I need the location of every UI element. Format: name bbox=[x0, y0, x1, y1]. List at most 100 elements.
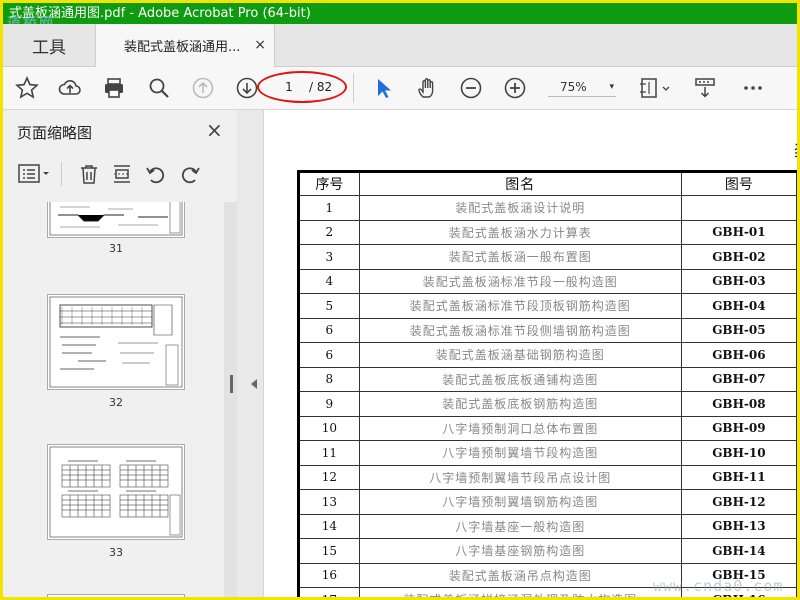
row-code: GBH-06 bbox=[680, 342, 797, 368]
zoom-select[interactable]: 75% ▾ bbox=[548, 77, 616, 97]
tab-bar: 工具 装配式盖板涵通用... × bbox=[3, 24, 797, 67]
row-number: 10 bbox=[297, 415, 360, 441]
arrow-up-icon[interactable] bbox=[189, 74, 217, 102]
pointer-icon[interactable] bbox=[369, 74, 397, 102]
table-header-row: 序号 图名 图号 bbox=[297, 170, 797, 196]
thumbnail-scrollbar[interactable] bbox=[224, 202, 237, 597]
row-number: 5 bbox=[297, 293, 360, 319]
row-number: 15 bbox=[297, 538, 360, 564]
row-name: 装配式盖板涵拼接涵洞处理及防水构造图 bbox=[358, 587, 682, 597]
tab-document[interactable]: 装配式盖板涵通用... × bbox=[95, 24, 275, 67]
row-number: 9 bbox=[297, 391, 360, 417]
row-number: 13 bbox=[297, 489, 360, 515]
thumbnail-list: 31 32 33 bbox=[3, 202, 223, 597]
rotate-left-icon[interactable] bbox=[144, 162, 168, 186]
thumbnail-label: 31 bbox=[109, 242, 123, 255]
more-icon[interactable] bbox=[739, 74, 767, 102]
tab-tools[interactable]: 工具 bbox=[3, 24, 95, 66]
fit-page-icon[interactable] bbox=[635, 74, 675, 102]
page-thumbnail[interactable] bbox=[47, 444, 185, 540]
table-body: 1 装配式盖板涵设计说明 2 装配式盖板涵水力计算表 GBH-01 3 装配式盖板涵一般布置… bbox=[297, 195, 797, 597]
acrobat-window: 式盖板涵通用图.pdf - Adobe Acrobat Pro (64-bit)… bbox=[0, 0, 800, 600]
page-drawing-preview bbox=[49, 202, 183, 236]
panel-title: 页面缩略图 bbox=[17, 124, 93, 142]
toolbar: 1 / 82 75% ▾ bbox=[3, 67, 797, 110]
row-number: 2 bbox=[297, 219, 360, 245]
table-row: 4 装配式盖板涵标准节段一般构造图 GBH-03 bbox=[297, 268, 797, 294]
tab-close-icon[interactable]: × bbox=[254, 37, 266, 53]
row-number: 6 bbox=[297, 317, 360, 343]
row-number: 1 bbox=[297, 195, 360, 221]
table-row: 2 装配式盖板涵水力计算表 GBH-01 bbox=[297, 219, 797, 245]
table-row: 6 装配式盖板涵标准节段侧墙钢筋构造图 GBH-05 bbox=[297, 317, 797, 343]
row-number: 8 bbox=[297, 366, 360, 392]
search-icon[interactable] bbox=[145, 74, 173, 102]
zoom-in-icon[interactable] bbox=[501, 74, 529, 102]
table-row: 5 装配式盖板涵标准节段顶板钢筋构造图 GBH-04 bbox=[297, 293, 797, 319]
row-number: 4 bbox=[297, 268, 360, 294]
row-name: 装配式盖板涵设计说明 bbox=[358, 195, 682, 221]
row-code: GBH-08 bbox=[680, 391, 797, 417]
row-name: 装配式盖板涵吊点构造图 bbox=[358, 562, 682, 588]
table-row: 8 装配式盖板底板通铺构造图 GBH-07 bbox=[297, 366, 797, 392]
cloud-upload-icon[interactable] bbox=[56, 74, 84, 102]
options-menu-icon[interactable] bbox=[17, 162, 53, 186]
panel-toolbar bbox=[3, 154, 237, 194]
extract-pages-icon[interactable] bbox=[110, 162, 134, 186]
table-row: 14 八字墙基座一般构造图 GBH-13 bbox=[297, 513, 797, 539]
watermark-bottom: www.cnda0.com bbox=[653, 577, 784, 595]
star-icon[interactable] bbox=[13, 74, 41, 102]
row-name: 装配式盖板涵水力计算表 bbox=[358, 219, 682, 245]
trash-icon[interactable] bbox=[77, 162, 101, 186]
row-code: GBH-11 bbox=[680, 464, 797, 490]
tab-document-label: 装配式盖板涵通用... bbox=[124, 40, 241, 55]
table-row: 15 八字墙基座钢筋构造图 GBH-14 bbox=[297, 538, 797, 564]
document-view: 装 序号 图名 图号 1装配式盖板涵设计说明2装配式盖板涵水力计算表GBH-01… bbox=[264, 110, 797, 597]
panel-resize-grip[interactable] bbox=[230, 375, 233, 393]
row-name: 八字墙预制洞口总体布置图 bbox=[358, 415, 682, 441]
page-thumbnail[interactable] bbox=[47, 594, 185, 597]
hand-icon[interactable] bbox=[413, 74, 441, 102]
print-icon[interactable] bbox=[100, 74, 128, 102]
table-row: 6 装配式盖板涵基础钢筋构造图 GBH-06 bbox=[297, 342, 797, 368]
page-drawing-preview bbox=[49, 296, 183, 388]
window-title: 式盖板涵通用图.pdf - Adobe Acrobat Pro (64-bit) bbox=[3, 3, 797, 24]
table-row: 1 装配式盖板涵设计说明 bbox=[297, 195, 797, 221]
row-code: GBH-12 bbox=[680, 489, 797, 515]
row-code: GBH-05 bbox=[680, 317, 797, 343]
toolbar-separator bbox=[353, 73, 354, 103]
page-heading: 装 bbox=[794, 138, 797, 164]
row-name: 八字墙预制翼墙节段吊点设计图 bbox=[358, 464, 682, 490]
zoom-value: 75% bbox=[560, 80, 587, 94]
row-name: 八字墙基座钢筋构造图 bbox=[358, 538, 682, 564]
thumbnail-panel: 页面缩略图 × 31 32 33 bbox=[3, 110, 238, 597]
scroll-mode-icon[interactable] bbox=[691, 74, 719, 102]
row-name: 装配式盖板涵标准节段侧墙钢筋构造图 bbox=[358, 317, 682, 343]
page-thumbnail[interactable] bbox=[47, 294, 185, 390]
chevron-down-icon: ▾ bbox=[609, 82, 614, 92]
row-code: GBH-10 bbox=[680, 440, 797, 466]
collapse-panel-icon[interactable] bbox=[251, 379, 257, 389]
thumbnail-label: 32 bbox=[109, 396, 123, 409]
table-row: 11 八字墙预制翼墙节段构造图 GBH-10 bbox=[297, 440, 797, 466]
panel-close-icon[interactable]: × bbox=[206, 118, 223, 142]
highlight-oval bbox=[257, 71, 347, 103]
row-number: 14 bbox=[297, 513, 360, 539]
row-code: GBH-13 bbox=[680, 513, 797, 539]
panel-splitter[interactable] bbox=[237, 110, 264, 597]
rotate-right-icon[interactable] bbox=[178, 162, 202, 186]
column-code: 图号 bbox=[680, 170, 797, 196]
row-code bbox=[680, 195, 797, 221]
zoom-out-icon[interactable] bbox=[457, 74, 485, 102]
row-code: GBH-09 bbox=[680, 415, 797, 441]
row-name: 装配式盖板底板通铺构造图 bbox=[358, 366, 682, 392]
drawing-index-table: 序号 图名 图号 1 装配式盖板涵设计说明 2 装配式盖板涵水力计算表 GBH-01 3 装… bbox=[297, 170, 797, 597]
row-name: 装配式盖板涵标准节段一般构造图 bbox=[358, 268, 682, 294]
row-code: GBH-01 bbox=[680, 219, 797, 245]
row-code: GBH-03 bbox=[680, 268, 797, 294]
row-name: 八字墙预制翼墙节段构造图 bbox=[358, 440, 682, 466]
row-code: GBH-04 bbox=[680, 293, 797, 319]
page-drawing-preview bbox=[49, 446, 183, 538]
row-number: 12 bbox=[297, 464, 360, 490]
page-thumbnail[interactable] bbox=[47, 202, 185, 238]
